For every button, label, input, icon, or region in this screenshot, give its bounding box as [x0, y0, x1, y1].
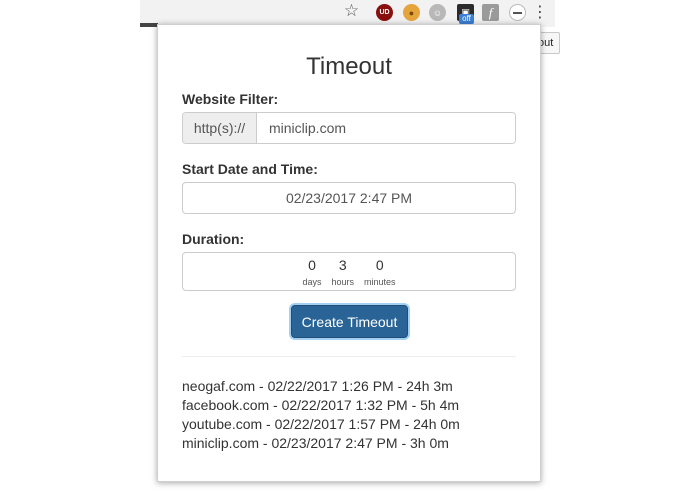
list-item: youtube.com - 02/22/2017 1:57 PM - 24h 0… [182, 416, 460, 432]
duration-days[interactable]: 0 days [299, 253, 324, 290]
timeout-extension-icon[interactable] [509, 4, 526, 21]
website-filter-input[interactable] [257, 113, 515, 143]
toolbar-edge [140, 23, 158, 27]
list-item: facebook.com - 02/22/2017 1:32 PM - 5h 4… [182, 397, 460, 413]
font-icon[interactable]: f [482, 4, 499, 21]
duration-minutes[interactable]: 0 minutes [361, 253, 399, 290]
ghostery-icon[interactable]: ☺ [429, 4, 446, 21]
create-timeout-button[interactable]: Create Timeout [291, 305, 408, 338]
duration-label: Duration: [182, 231, 245, 247]
duration-hours-unit: hours [331, 277, 354, 287]
start-date-label: Start Date and Time: [182, 161, 318, 177]
ublock-icon[interactable]: UD [376, 4, 393, 21]
website-filter-label: Website Filter: [182, 91, 279, 107]
camera-off-badge: off [459, 14, 474, 24]
timeout-list: neogaf.com - 02/22/2017 1:26 PM - 24h 3m… [182, 377, 460, 453]
divider [182, 356, 516, 357]
list-item: miniclip.com - 02/23/2017 2:47 PM - 3h 0… [182, 435, 449, 451]
duration-hours-value: 3 [338, 257, 347, 273]
cookie-icon[interactable]: ● [403, 4, 420, 21]
duration-days-value: 0 [308, 257, 316, 273]
duration-picker: 0 days 3 hours 0 minutes [182, 252, 516, 291]
start-datetime-input[interactable] [182, 182, 516, 214]
protocol-prefix: http(s):// [183, 113, 257, 143]
list-item: neogaf.com - 02/22/2017 1:26 PM - 24h 3m [182, 378, 453, 394]
duration-minutes-value: 0 [375, 257, 384, 273]
star-icon[interactable]: ☆ [343, 1, 360, 20]
duration-hours[interactable]: 3 hours [328, 253, 357, 290]
duration-days-unit: days [302, 277, 322, 287]
popup-title: Timeout [306, 53, 392, 80]
menu-dots-icon[interactable]: ⋮ [532, 4, 548, 21]
timeout-popup: Timeout Website Filter: http(s):// Start… [157, 24, 541, 482]
website-filter-group: http(s):// [182, 112, 516, 144]
duration-minutes-unit: minutes [364, 277, 396, 287]
